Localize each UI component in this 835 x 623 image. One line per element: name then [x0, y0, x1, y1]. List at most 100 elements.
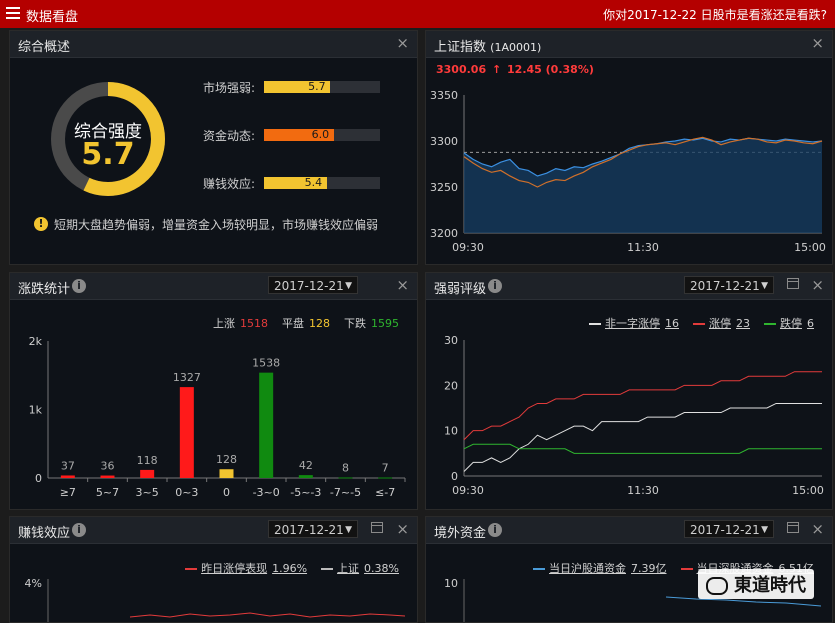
bar-0~3 [179, 387, 194, 478]
metric-bar: 5.7 [264, 80, 380, 93]
strength-line-chart: 30 20 10 009:30 11:30 15:00 [444, 334, 824, 497]
legend-value: 1518 [240, 317, 268, 330]
y-tick-label: 0 [451, 470, 458, 483]
legend-value: 1595 [371, 317, 399, 330]
legend-swatch [693, 323, 705, 325]
legend-item: 下跌 1595 [344, 317, 399, 330]
x-tick-label: 09:30 [452, 484, 484, 497]
panel-header: 境外资金 i 2017-12-21 ▼ × [426, 517, 832, 544]
info-icon[interactable]: i [72, 523, 86, 537]
info-icon[interactable]: i [72, 279, 86, 293]
close-icon[interactable]: × [811, 520, 824, 538]
date-value: 2017-12-21 [690, 523, 760, 537]
panel-header: 涨跌统计 i 2017-12-21 ▼ × [10, 273, 417, 300]
bar-3~5 [140, 469, 155, 478]
date-select[interactable]: 2017-12-21 ▼ [268, 276, 358, 294]
vote-question-link[interactable]: 你对2017-12-22 日股市是看涨还是看跌? [603, 6, 827, 23]
bar-value-label: 36 [101, 460, 115, 473]
top-bar: 数据看盘 你对2017-12-22 日股市是看涨还是看跌? [0, 0, 835, 28]
chevron-down-icon: ▼ [761, 281, 768, 291]
metric-label: 市场强弱: [203, 81, 256, 95]
x-tick-label: 0 [223, 486, 230, 499]
index-change: 12.45 [507, 63, 542, 76]
warning-icon: ! [34, 217, 48, 231]
info-icon[interactable]: i [488, 279, 502, 293]
watermark-text: 東道時代 [734, 575, 806, 596]
x-tick-label: 3~5 [136, 486, 159, 499]
close-icon[interactable]: × [396, 276, 409, 294]
panel-title: 境外资金 [434, 526, 487, 541]
metric-label: 资金动态: [203, 129, 256, 143]
metric-value: 5.4 [304, 176, 323, 189]
summary-note: 短期大盘趋势偏弱，增量资金入场较明显，市场赚钱效应偏弱 [54, 218, 379, 232]
x-tick-label: -7~-5 [330, 486, 361, 499]
y-tick-label: 20 [444, 379, 458, 392]
panel-title: 赚钱效应 [18, 526, 71, 541]
watermark: 東道時代 [698, 569, 814, 599]
bar--7~-5 [338, 477, 353, 479]
chevron-down-icon: ▼ [761, 525, 768, 535]
legend-swatch [589, 323, 601, 325]
x-tick-label: ≤-7 [375, 486, 395, 499]
wechat-icon [706, 577, 728, 595]
info-icon[interactable]: i [488, 523, 502, 537]
x-tick-label: 09:30 [452, 241, 484, 254]
bar-value-label: 42 [299, 459, 313, 472]
legend-swatch [185, 568, 198, 570]
bar-≥7 [60, 475, 75, 478]
bar-value-label: 1538 [252, 357, 280, 370]
x-tick-label: 11:30 [627, 241, 659, 254]
legend-swatch [533, 568, 545, 570]
calendar-icon[interactable] [787, 522, 799, 533]
panel-header: 综合概述 × [10, 31, 417, 58]
series-line-1 [463, 371, 822, 441]
bar-≤-7 [378, 477, 393, 479]
bar--3~0 [259, 372, 274, 478]
x-tick-label: 15:00 [792, 484, 824, 497]
bar-value-label: 118 [137, 454, 158, 467]
close-icon[interactable]: × [396, 34, 409, 52]
foreign-panel: 境外资金 i 2017-12-21▼ × 当日沪股通资金7.39亿当日深股通资金… [425, 516, 833, 623]
metric-value: 5.7 [308, 80, 326, 93]
date-select[interactable]: 2017-12-21 ▼ [684, 520, 774, 538]
legend-item: 平盘 128 [282, 317, 330, 330]
metric-bar: 5.4 [264, 176, 380, 189]
index-price: 3300.06 [436, 63, 487, 76]
calendar-icon[interactable] [787, 278, 799, 289]
bar-value-label: 1327 [173, 371, 201, 384]
metric-value: 6.0 [311, 128, 330, 141]
bar-value-label: 37 [61, 459, 75, 472]
panel-title: 上证指数 (1A0001) [434, 36, 541, 55]
y-tick-label: 3350 [430, 89, 458, 102]
y-tick-label: 2k [29, 335, 43, 348]
close-icon[interactable]: × [396, 520, 409, 538]
gauge-value: 5.7 [81, 137, 135, 172]
date-select[interactable]: 2017-12-21 ▼ [684, 276, 774, 294]
date-select[interactable]: 2017-12-21 ▼ [268, 520, 358, 538]
bar--5~-3 [298, 475, 313, 478]
legend-label: 平盘 [282, 317, 304, 330]
metric-bar: 6.0 [264, 128, 380, 141]
close-icon[interactable]: × [811, 276, 824, 294]
index-name: 上证指数 [434, 40, 487, 55]
y-tick-label: 10 [444, 425, 458, 438]
y-tick-label: 30 [444, 334, 458, 347]
index-pct: (0.38%) [545, 63, 594, 76]
legend-swatch [321, 568, 334, 570]
menu-icon[interactable] [6, 7, 20, 21]
legend-item: 上涨 1518 [213, 317, 268, 330]
panel-header: 赚钱效应 i 2017-12-21 ▼ × [10, 517, 417, 544]
panel-header: 上证指数 (1A0001) × [426, 31, 832, 58]
strength-panel: 强弱评级 i 2017-12-21 ▼ × 非一字涨停 16 涨停 23 跌停 6 30 20… [425, 272, 833, 510]
calendar-icon[interactable] [371, 522, 383, 533]
legend-value: 128 [309, 317, 330, 330]
bar-value-label: 8 [342, 461, 349, 474]
panel-title: 综合概述 [18, 40, 71, 55]
y-tick-label: 3250 [430, 181, 458, 194]
y-tick-label: 1k [29, 404, 43, 417]
bar-5~7 [100, 475, 115, 478]
legend-swatch [680, 568, 693, 570]
close-icon[interactable]: × [811, 34, 824, 52]
metric-label: 赚钱效应: [203, 177, 256, 191]
index-chart: 3350 3300 3250 320009:30 11:30 15:00 [430, 89, 826, 254]
